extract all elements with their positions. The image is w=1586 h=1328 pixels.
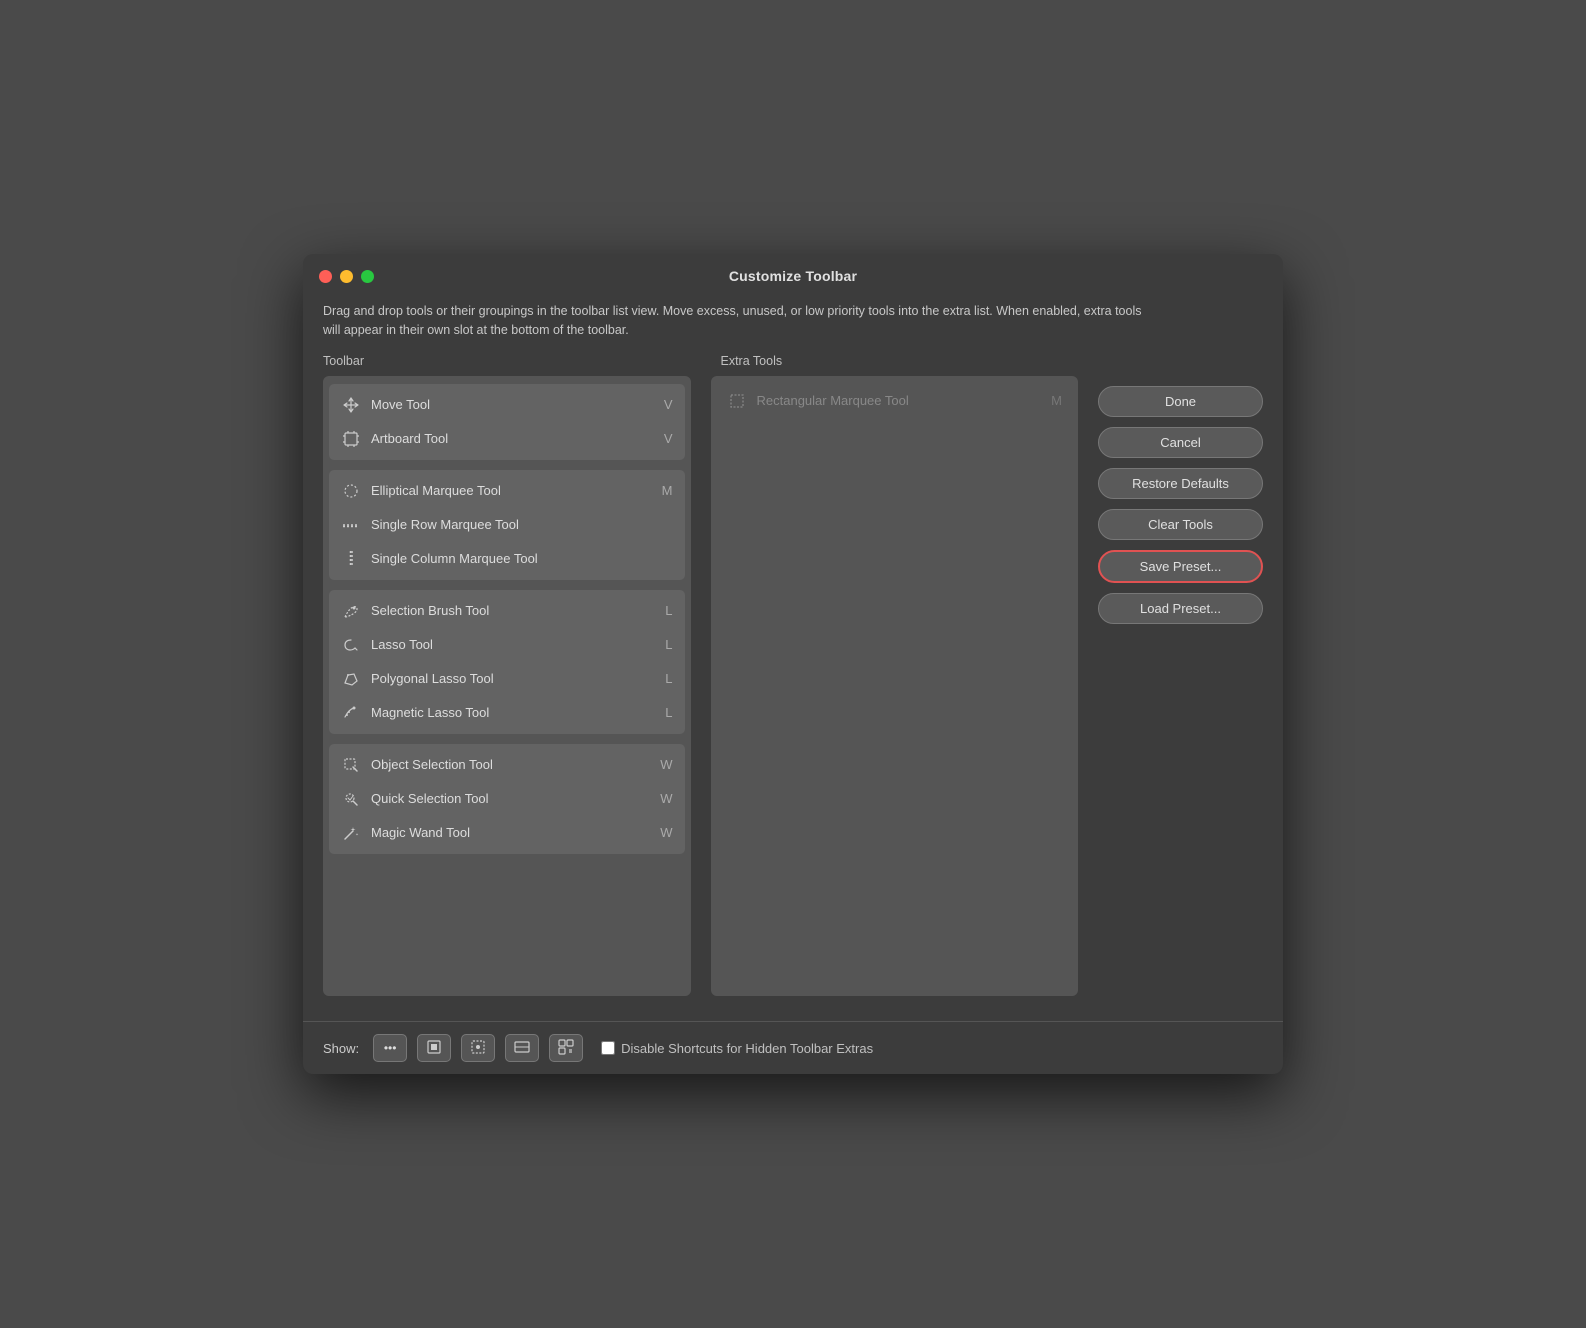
- bottom-bar: Show: •••: [303, 1021, 1283, 1074]
- save-preset-button[interactable]: Save Preset...: [1098, 550, 1263, 583]
- window-controls: [319, 270, 374, 283]
- toolbar-label: Toolbar: [323, 354, 681, 368]
- lasso-icon: [341, 635, 361, 655]
- magnetic-lasso-name: Magnetic Lasso Tool: [371, 705, 657, 720]
- selection-brush-icon: [341, 601, 361, 621]
- disable-shortcuts-checkbox[interactable]: [601, 1041, 615, 1055]
- tool-group-lasso: Selection Brush Tool L Lasso Tool: [329, 590, 685, 734]
- toolbar-list[interactable]: Move Tool V Artboard Too: [323, 376, 691, 996]
- artboard-icon: [341, 429, 361, 449]
- extra-tools-list[interactable]: Rectangular Marquee Tool M: [711, 376, 1079, 996]
- tool-item-single-row[interactable]: Single Row Marquee Tool: [331, 508, 683, 542]
- tool-item-magic-wand[interactable]: Magic Wand Tool W: [331, 816, 683, 850]
- show-label: Show:: [323, 1041, 359, 1056]
- move-tool-shortcut: V: [664, 397, 673, 412]
- tool-item-quick-selection[interactable]: Quick Selection Tool W: [331, 782, 683, 816]
- show-icon1-button[interactable]: [417, 1034, 451, 1062]
- show-icon4: [558, 1039, 574, 1058]
- tool-item-polygonal-lasso[interactable]: Polygonal Lasso Tool L: [331, 662, 683, 696]
- maximize-button[interactable]: [361, 270, 374, 283]
- close-button[interactable]: [319, 270, 332, 283]
- extra-item-rect-marquee[interactable]: Rectangular Marquee Tool M: [717, 384, 1073, 418]
- cancel-button[interactable]: Cancel: [1098, 427, 1263, 458]
- quick-selection-shortcut: W: [660, 791, 672, 806]
- polygonal-lasso-name: Polygonal Lasso Tool: [371, 671, 657, 686]
- single-row-marquee-name: Single Row Marquee Tool: [371, 517, 665, 532]
- done-button[interactable]: Done: [1098, 386, 1263, 417]
- tool-item-artboard[interactable]: Artboard Tool V: [331, 422, 683, 456]
- rect-marquee-tool-name: Rectangular Marquee Tool: [757, 393, 1052, 408]
- show-icon2-button[interactable]: [461, 1034, 495, 1062]
- dialog-body: Drag and drop tools or their groupings i…: [303, 294, 1283, 1009]
- elliptical-marquee-icon: [341, 481, 361, 501]
- load-preset-button[interactable]: Load Preset...: [1098, 593, 1263, 624]
- single-col-marquee-name: Single Column Marquee Tool: [371, 551, 665, 566]
- polygonal-lasso-shortcut: L: [665, 671, 672, 686]
- single-row-marquee-icon: [341, 515, 361, 535]
- single-col-marquee-icon: [341, 549, 361, 569]
- show-icon2: [470, 1039, 486, 1058]
- description-text: Drag and drop tools or their groupings i…: [323, 294, 1153, 354]
- move-tool-name: Move Tool: [371, 397, 656, 412]
- tool-group-selection: Object Selection Tool W: [329, 744, 685, 854]
- restore-defaults-button[interactable]: Restore Defaults: [1098, 468, 1263, 499]
- tool-item-lasso[interactable]: Lasso Tool L: [331, 628, 683, 662]
- quick-selection-icon: [341, 789, 361, 809]
- title-bar: Customize Toolbar: [303, 254, 1283, 294]
- tool-item-elliptical[interactable]: Elliptical Marquee Tool M: [331, 474, 683, 508]
- disable-shortcuts-label[interactable]: Disable Shortcuts for Hidden Toolbar Ext…: [621, 1041, 873, 1056]
- tool-item-magnetic-lasso[interactable]: Magnetic Lasso Tool L: [331, 696, 683, 730]
- magnetic-lasso-shortcut: L: [665, 705, 672, 720]
- tool-item-move[interactable]: Move Tool V: [331, 388, 683, 422]
- show-icon4-button[interactable]: [549, 1034, 583, 1062]
- show-icon3-button[interactable]: [505, 1034, 539, 1062]
- object-selection-icon: [341, 755, 361, 775]
- magic-wand-shortcut: W: [660, 825, 672, 840]
- magic-wand-name: Magic Wand Tool: [371, 825, 652, 840]
- show-dots-button[interactable]: •••: [373, 1034, 407, 1062]
- tool-item-selection-brush[interactable]: Selection Brush Tool L: [331, 594, 683, 628]
- lasso-shortcut: L: [665, 637, 672, 652]
- artboard-tool-name: Artboard Tool: [371, 431, 656, 446]
- rect-marquee-icon: [727, 391, 747, 411]
- customize-toolbar-dialog: Customize Toolbar Drag and drop tools or…: [303, 254, 1283, 1074]
- minimize-button[interactable]: [340, 270, 353, 283]
- elliptical-marquee-shortcut: M: [662, 483, 673, 498]
- side-buttons: Done Cancel Restore Defaults Clear Tools…: [1078, 354, 1263, 1010]
- tool-group-marquee: Elliptical Marquee Tool M: [329, 470, 685, 580]
- object-selection-name: Object Selection Tool: [371, 757, 652, 772]
- elliptical-marquee-name: Elliptical Marquee Tool: [371, 483, 654, 498]
- move-icon: [341, 395, 361, 415]
- selection-brush-name: Selection Brush Tool: [371, 603, 657, 618]
- magnetic-lasso-icon: [341, 703, 361, 723]
- extra-tools-label: Extra Tools: [721, 354, 1079, 368]
- quick-selection-name: Quick Selection Tool: [371, 791, 652, 806]
- rect-marquee-shortcut: M: [1051, 393, 1062, 408]
- lasso-name: Lasso Tool: [371, 637, 657, 652]
- dots-icon: •••: [384, 1041, 397, 1055]
- tool-group-move: Move Tool V Artboard Too: [329, 384, 685, 460]
- shortcuts-checkbox-group: Disable Shortcuts for Hidden Toolbar Ext…: [601, 1041, 873, 1056]
- tool-item-object-selection[interactable]: Object Selection Tool W: [331, 748, 683, 782]
- show-icon1: [426, 1039, 442, 1058]
- clear-tools-button[interactable]: Clear Tools: [1098, 509, 1263, 540]
- polygonal-lasso-icon: [341, 669, 361, 689]
- object-selection-shortcut: W: [660, 757, 672, 772]
- magic-wand-icon: [341, 823, 361, 843]
- show-icon3: [514, 1039, 530, 1058]
- selection-brush-shortcut: L: [665, 603, 672, 618]
- artboard-tool-shortcut: V: [664, 431, 673, 446]
- dialog-title: Customize Toolbar: [729, 268, 857, 284]
- tool-item-single-col[interactable]: Single Column Marquee Tool: [331, 542, 683, 576]
